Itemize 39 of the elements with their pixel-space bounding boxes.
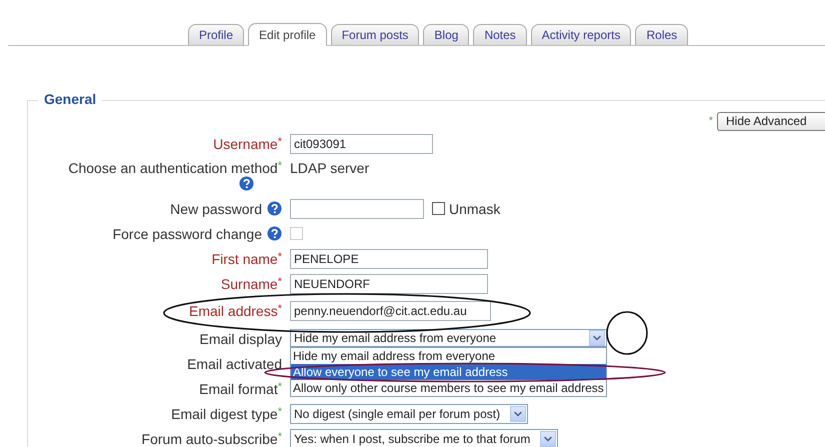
advanced-marker: * (708, 115, 713, 127)
tab[interactable]: Roles (635, 24, 688, 45)
tab[interactable]: Activity reports (530, 24, 632, 45)
chevron-down-icon[interactable] (540, 430, 556, 446)
checkbox[interactable] (432, 202, 445, 215)
chevron-down-icon[interactable] (588, 330, 605, 346)
field-label: Email digest type* (171, 406, 282, 422)
field-label: First name* (212, 250, 282, 266)
dropdown[interactable]: No digest (single email per forum post) (290, 404, 528, 424)
hide-advanced-button[interactable]: Hide Advanced (717, 112, 825, 130)
field-label: Forum auto-subscribe* (142, 430, 282, 446)
tab[interactable]: Notes (473, 24, 527, 45)
field-value: LDAP server (290, 160, 370, 176)
tab[interactable]: Blog (423, 24, 470, 45)
field-label: Email display (200, 330, 282, 346)
annotation-circle (606, 311, 648, 355)
text-field[interactable]: cit093091 (290, 134, 433, 154)
dropdown[interactable]: Hide my email address from everyone (290, 328, 607, 346)
section-legend: General (38, 91, 102, 107)
field-label: Choose an authentication method* (68, 160, 282, 176)
help-icon[interactable] (267, 201, 282, 216)
tab[interactable]: Edit profile (248, 23, 327, 46)
dropdown[interactable]: Yes: when I post, subscribe me to that forum (290, 428, 558, 447)
tab[interactable]: Forum posts (330, 24, 420, 45)
chevron-down-icon[interactable] (510, 406, 526, 422)
tab[interactable]: Profile (188, 24, 244, 45)
field-label: Email activated (187, 356, 282, 372)
help-icon[interactable] (239, 176, 254, 191)
password-field[interactable] (290, 198, 424, 218)
field-label: Surname* (220, 276, 282, 292)
field-label: Email address* (189, 303, 282, 319)
text-field[interactable]: PENELOPE (290, 248, 488, 268)
text-field[interactable]: NEUENDORF (290, 274, 488, 294)
field-label: New password (170, 200, 262, 216)
field-label: Force password change (112, 226, 262, 242)
checkbox-label: Unmask (449, 200, 500, 216)
field-label: Email format* (199, 380, 282, 396)
field-label: Username* (213, 136, 282, 152)
text-field[interactable]: penny.neuendorf@cit.act.edu.au (290, 301, 491, 321)
